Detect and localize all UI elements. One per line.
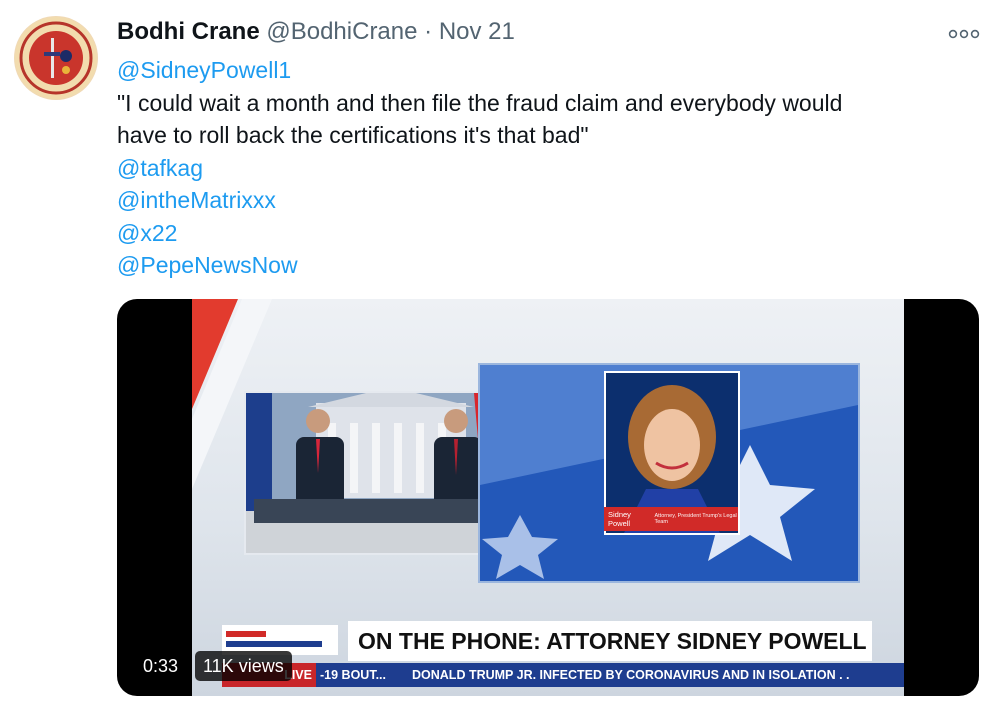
- tweet-quote-line: have to roll back the certifications it'…: [117, 122, 589, 148]
- video-frame: Sidney Powell Attorney, President Trump'…: [192, 299, 904, 696]
- tweet-text: @SidneyPowell1 "I could wait a month and…: [117, 54, 977, 282]
- video-player[interactable]: Sidney Powell Attorney, President Trump'…: [117, 299, 979, 696]
- mention-link[interactable]: @intheMatrixxx: [117, 184, 977, 217]
- video-views-badge: 11K views: [195, 651, 292, 681]
- mention-link[interactable]: @x22: [117, 217, 977, 250]
- guest-nameplate: Sidney Powell Attorney, President Trump'…: [604, 507, 738, 531]
- ticker-headline: DONALD TRUMP JR. INFECTED BY CORONAVIRUS…: [412, 668, 850, 682]
- previous-retweet-header-clipped: [0, 0, 1000, 8]
- lower-third-banner: ON THE PHONE: ATTORNEY SIDNEY POWELL: [222, 621, 904, 661]
- ticker-fragment: -19 BOUT...: [320, 668, 386, 682]
- avatar[interactable]: [14, 16, 98, 100]
- mention-link[interactable]: @SidneyPowell1: [117, 54, 977, 87]
- tweet-quote-line: "I could wait a month and then file the …: [117, 89, 843, 116]
- guest-role: Attorney, President Trump's Legal Team: [654, 513, 737, 525]
- tweet-date[interactable]: Nov 21: [439, 18, 515, 45]
- mention-link[interactable]: @PepeNewsNow: [117, 249, 977, 282]
- guest-name: Sidney Powell: [608, 510, 631, 528]
- author-name[interactable]: Bodhi Crane: [117, 18, 260, 45]
- video-time-badge: 0:33: [135, 651, 187, 681]
- more-dots-icon[interactable]: [947, 28, 981, 40]
- lower-third-title: ON THE PHONE: ATTORNEY SIDNEY POWELL: [348, 621, 872, 661]
- separator-dot: ·: [424, 18, 433, 45]
- avatar-seal-image: [15, 17, 97, 99]
- tweet-header: Bodhi Crane @BodhiCrane · Nov 21: [117, 18, 515, 46]
- news-ticker: LIVE -19 BOUT... DONALD TRUMP JR. INFECT…: [222, 663, 904, 687]
- mention-link[interactable]: @tafkag: [117, 152, 977, 185]
- author-handle[interactable]: @BodhiCrane: [266, 18, 417, 45]
